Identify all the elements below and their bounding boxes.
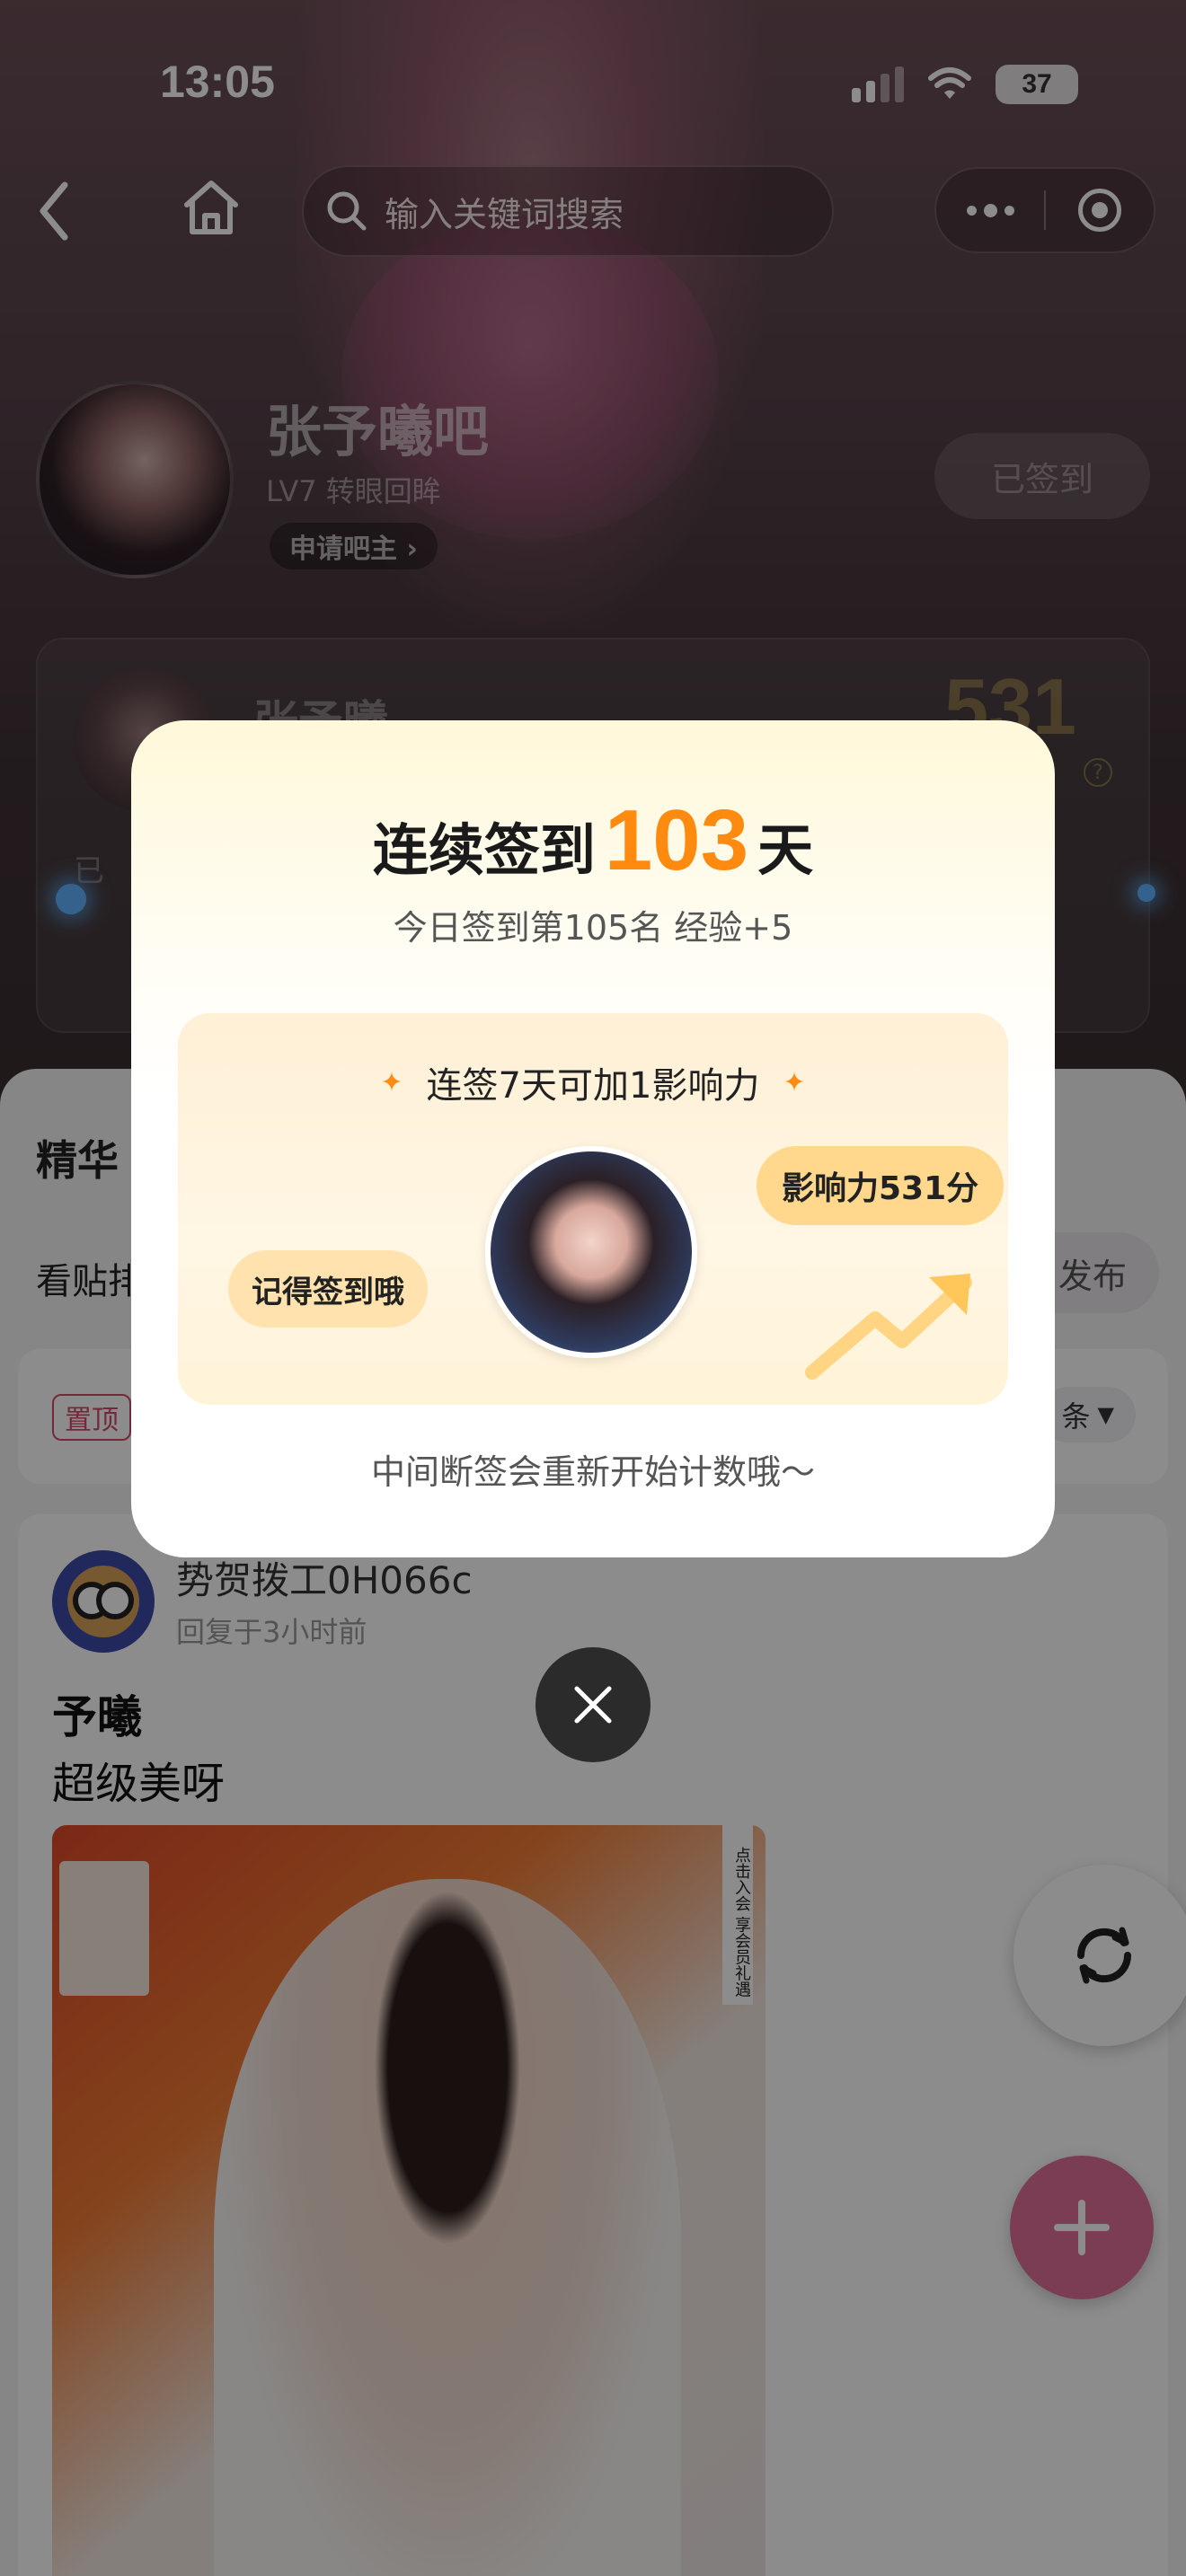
user-avatar bbox=[485, 1146, 697, 1358]
influence-bubble: 影响力531分 bbox=[757, 1146, 1005, 1225]
reward-box: ✦ 连签7天可加1影响力 ✦ 影响力531分 记得签到哦 bbox=[178, 1013, 1008, 1405]
checkin-days: 103 bbox=[604, 792, 749, 888]
checkin-modal: 连续签到 103 天 今日签到第105名 经验+5 ✦ 连签7天可加1影响力 ✦… bbox=[131, 720, 1055, 1557]
close-icon bbox=[574, 1686, 612, 1724]
checkin-footer: 中间断签会重新开始计数哦～ bbox=[370, 1452, 815, 1492]
reward-heading-text: 连签7天可加1影响力 bbox=[426, 1065, 760, 1107]
trend-up-icon bbox=[805, 1274, 972, 1380]
sparkle-icon: ✦ bbox=[783, 1066, 806, 1098]
checkin-title-suffix: 天 bbox=[757, 817, 814, 883]
close-modal-button[interactable] bbox=[535, 1647, 651, 1762]
checkin-title-prefix: 连续签到 bbox=[372, 817, 596, 883]
remind-bubble: 记得签到哦 bbox=[228, 1250, 428, 1328]
checkin-subtitle: 今日签到第105名 经验+5 bbox=[393, 908, 793, 948]
checkin-title: 连续签到 103 天 bbox=[131, 798, 1055, 886]
reward-heading: ✦ 连签7天可加1影响力 ✦ bbox=[178, 1056, 1008, 1108]
sparkle-icon: ✦ bbox=[380, 1066, 403, 1098]
